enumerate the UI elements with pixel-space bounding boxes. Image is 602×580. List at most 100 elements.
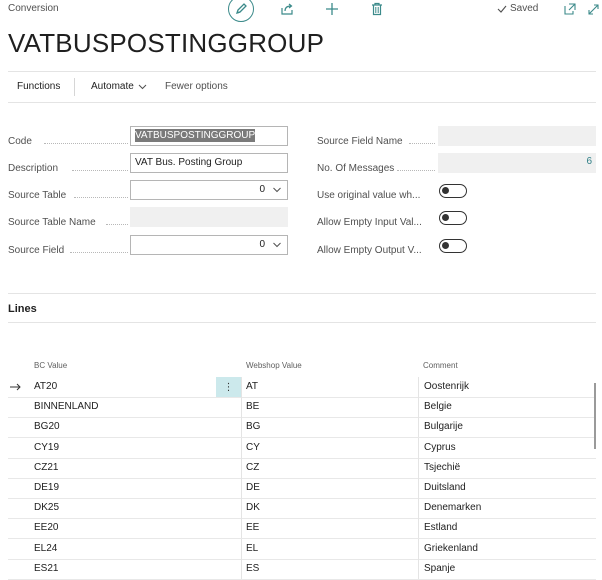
cell-bc-value[interactable]: CY19 xyxy=(34,438,59,458)
chevron-down-icon xyxy=(273,242,281,248)
cell-bc-value[interactable]: BG20 xyxy=(34,417,60,437)
cell-comment[interactable]: Oostenrijk xyxy=(424,377,469,397)
action-separator xyxy=(74,78,75,96)
description-label: Description xyxy=(8,163,59,174)
cell-bc-value[interactable]: DE19 xyxy=(34,478,59,498)
expand-button[interactable] xyxy=(587,0,599,18)
cell-bc-value[interactable]: BINNENLAND xyxy=(34,397,98,417)
column-header-webshop-value[interactable]: Webshop Value xyxy=(246,361,302,370)
no-of-messages-readonly[interactable]: 6 xyxy=(438,153,596,173)
table-row[interactable]: ⋮ AT20 AT Oostenrijk xyxy=(8,377,596,398)
table-row[interactable]: CY19 CY Cyprus xyxy=(8,437,596,459)
new-button[interactable] xyxy=(324,0,340,18)
table-row[interactable]: ES21 ES Spanje xyxy=(8,558,596,580)
allow-empty-input-label-row: Allow Empty Input Val... xyxy=(317,212,437,228)
cell-comment[interactable]: Denemarken xyxy=(424,498,481,518)
cell-comment[interactable]: Duitsland xyxy=(424,478,466,498)
expand-icon xyxy=(587,3,599,15)
cell-bc-value[interactable]: CZ21 xyxy=(34,458,58,478)
source-table-select[interactable]: 0 xyxy=(130,180,288,200)
allow-empty-output-toggle[interactable] xyxy=(439,239,467,253)
cell-webshop-value[interactable]: ES xyxy=(246,559,259,579)
column-divider xyxy=(418,498,419,519)
pencil-icon xyxy=(235,3,247,15)
description-input[interactable]: VAT Bus. Posting Group xyxy=(130,153,288,173)
toggle-knob xyxy=(442,187,449,194)
source-field-label: Source Field xyxy=(8,245,65,256)
table-row[interactable]: EE20 EE Estland xyxy=(8,518,596,540)
column-divider xyxy=(418,518,419,539)
cell-webshop-value[interactable]: AT xyxy=(246,377,258,397)
allow-empty-output-label: Allow Empty Output V... xyxy=(317,245,422,256)
column-divider xyxy=(418,457,419,478)
plus-icon xyxy=(326,3,338,15)
allow-empty-input-toggle[interactable] xyxy=(439,211,467,225)
cell-bc-value[interactable]: AT20 xyxy=(34,377,57,397)
cell-webshop-value[interactable]: DE xyxy=(246,478,260,498)
arrow-right-icon xyxy=(10,383,21,391)
table-row[interactable]: DK25 DK Denemarken xyxy=(8,498,596,520)
no-of-messages-value[interactable]: 6 xyxy=(586,156,592,167)
column-divider xyxy=(418,437,419,458)
edit-button[interactable] xyxy=(228,0,254,22)
cell-webshop-value[interactable]: EL xyxy=(246,539,258,559)
description-label-row: Description xyxy=(8,158,130,174)
cell-bc-value[interactable]: DK25 xyxy=(34,498,59,518)
column-divider xyxy=(241,397,242,418)
column-divider xyxy=(241,478,242,498)
cell-webshop-value[interactable]: CY xyxy=(246,438,260,458)
use-original-toggle[interactable] xyxy=(439,184,467,198)
row-actions-button[interactable]: ⋮ xyxy=(216,377,241,397)
cell-comment[interactable]: Cyprus xyxy=(424,438,456,458)
table-row[interactable]: CZ21 CZ Tsjechië xyxy=(8,457,596,479)
trash-icon xyxy=(372,2,382,16)
source-table-name-label-row: Source Table Name xyxy=(8,212,130,228)
source-table-name-label: Source Table Name xyxy=(8,217,96,228)
functions-menu[interactable]: Functions xyxy=(17,81,60,92)
source-field-select[interactable]: 0 xyxy=(130,235,288,255)
cell-webshop-value[interactable]: DK xyxy=(246,498,260,518)
column-divider xyxy=(418,377,419,397)
cell-comment[interactable]: Spanje xyxy=(424,559,455,579)
cell-webshop-value[interactable]: BE xyxy=(246,397,259,417)
column-header-comment[interactable]: Comment xyxy=(423,361,458,370)
label-leader xyxy=(106,212,128,225)
table-row[interactable]: BG20 BG Bulgarije xyxy=(8,417,596,439)
column-divider xyxy=(418,478,419,498)
table-row[interactable]: EL24 EL Griekenland xyxy=(8,538,596,560)
source-field-name-readonly xyxy=(438,126,596,146)
delete-button[interactable] xyxy=(369,0,385,18)
cell-webshop-value[interactable]: BG xyxy=(246,417,260,437)
cell-comment[interactable]: Estland xyxy=(424,518,457,538)
page-caption: Conversion xyxy=(8,3,59,14)
cell-bc-value[interactable]: EL24 xyxy=(34,539,57,559)
lines-section-title[interactable]: Lines xyxy=(8,303,37,315)
source-field-value: 0 xyxy=(259,239,265,250)
current-row-arrow xyxy=(10,377,21,397)
lines-scrollbar[interactable] xyxy=(594,383,596,449)
cell-comment[interactable]: Belgie xyxy=(424,397,452,417)
table-row[interactable]: BINNENLAND BE Belgie xyxy=(8,397,596,419)
column-divider xyxy=(241,538,242,559)
cell-webshop-value[interactable]: EE xyxy=(246,518,259,538)
use-original-label: Use original value wh... xyxy=(317,190,421,201)
code-input[interactable]: VATBUSPOSTINGGROUP xyxy=(130,126,288,146)
cell-bc-value[interactable]: ES21 xyxy=(34,559,58,579)
cell-comment[interactable]: Griekenland xyxy=(424,539,478,559)
column-divider xyxy=(241,518,242,539)
label-leader xyxy=(409,131,435,144)
lines-divider xyxy=(8,322,596,323)
cell-webshop-value[interactable]: CZ xyxy=(246,458,259,478)
cell-comment[interactable]: Tsjechië xyxy=(424,458,460,478)
column-header-bc-value[interactable]: BC Value xyxy=(34,361,67,370)
cell-comment[interactable]: Bulgarije xyxy=(424,417,463,437)
table-row[interactable]: DE19 DE Duitsland xyxy=(8,478,596,499)
automate-menu[interactable]: Automate xyxy=(91,81,147,92)
share-button[interactable] xyxy=(279,0,295,18)
column-divider xyxy=(241,457,242,478)
fewer-options-button[interactable]: Fewer options xyxy=(165,81,228,92)
chevron-down-icon xyxy=(273,187,281,193)
code-label: Code xyxy=(8,136,32,147)
open-new-window-button[interactable] xyxy=(563,0,577,18)
cell-bc-value[interactable]: EE20 xyxy=(34,518,58,538)
